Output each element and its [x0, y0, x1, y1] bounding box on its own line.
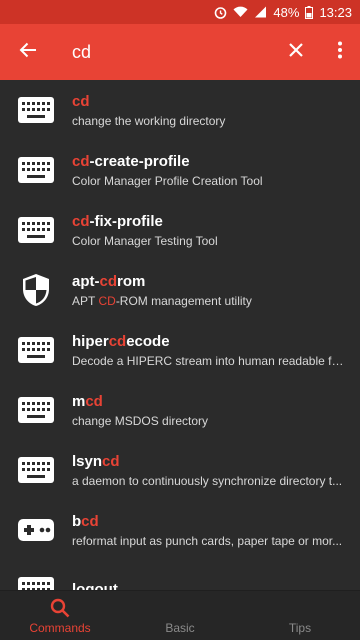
description-text: -ROM management utility: [115, 293, 252, 308]
result-description: APT CD-ROM management utility: [72, 293, 344, 309]
result-title: mcd: [72, 392, 344, 411]
description-text: Decode a HIPERC stream into human readab…: [72, 353, 344, 368]
result-title: cd: [72, 92, 344, 111]
title-text: lsyn: [72, 452, 103, 470]
keyboard-icon: [0, 320, 72, 380]
result-title: cd-create-profile: [72, 152, 344, 171]
result-description: reformat input as punch cards, paper tap…: [72, 533, 344, 549]
title-match-highlight: cd: [85, 392, 103, 410]
result-text: lsyncd a daemon to continuously synchroni…: [72, 452, 360, 489]
result-row[interactable]: cd-fix-profile Color Manager Testing Tool: [0, 200, 360, 260]
keyboard-icon: [0, 380, 72, 440]
description-text: change the working directory: [72, 113, 226, 128]
description-text: reformat input as punch cards, paper tap…: [72, 533, 343, 548]
back-button[interactable]: [0, 24, 56, 80]
result-title: bcd: [72, 512, 344, 531]
result-row[interactable]: apt-cdrom APT CD-ROM management utility: [0, 260, 360, 320]
title-match-highlight: cd: [99, 272, 118, 290]
search-icon: [50, 597, 70, 619]
keyboard-icon: [0, 560, 72, 590]
title-match-highlight: cd: [102, 452, 120, 470]
result-title: hipercdecode: [72, 332, 344, 351]
title-text: b: [72, 512, 82, 530]
clock: 13:23: [319, 4, 352, 20]
back-arrow-icon: [19, 41, 37, 64]
result-text: cd-create-profile Color Manager Profile C…: [72, 152, 360, 189]
description-text: Color Manager Testing Tool: [72, 233, 218, 248]
result-row[interactable]: cd change the working directory: [0, 80, 360, 140]
more-options-button[interactable]: [320, 24, 360, 80]
result-text: mcd change MSDOS directory: [72, 392, 360, 429]
keyboard-icon: [0, 140, 72, 200]
title-match-highlight: cd: [72, 212, 90, 230]
result-title: apt-cdrom: [72, 272, 344, 291]
result-row[interactable]: hipercdecode Decode a HIPERC stream into …: [0, 320, 360, 380]
nav-item-tips[interactable]: Tips: [240, 591, 360, 640]
title-text: logout: [72, 580, 118, 591]
nav-item-commands[interactable]: Commands: [0, 591, 120, 640]
description-text: Color Manager Profile Creation Tool: [72, 173, 263, 188]
title-text: -create-profile: [89, 152, 190, 170]
keyboard-icon: [0, 440, 72, 500]
result-title: cd-fix-profile: [72, 212, 344, 231]
status-bar: 48% 13:23: [0, 0, 360, 24]
shield-icon: [0, 260, 72, 320]
result-row[interactable]: cd-create-profile Color Manager Profile C…: [0, 140, 360, 200]
more-vert-icon: [337, 41, 343, 64]
keyboard-icon: [0, 200, 72, 260]
result-text: hipercdecode Decode a HIPERC stream into …: [72, 332, 360, 369]
keyboard-icon: [0, 80, 72, 140]
title-match-highlight: cd: [81, 512, 99, 530]
result-row[interactable]: logout: [0, 560, 360, 590]
title-text: apt-: [72, 272, 100, 290]
battery-percent: 48%: [273, 4, 300, 20]
result-row[interactable]: lsyncd a daemon to continuously synchroni…: [0, 440, 360, 500]
description-match-highlight: CD: [98, 293, 116, 308]
nav-label: Basic: [165, 620, 195, 635]
title-match-highlight: cd: [72, 152, 90, 170]
result-title: logout: [72, 580, 344, 591]
title-text: ecode: [126, 332, 170, 350]
results-list[interactable]: cd change the working directory cd-create…: [0, 80, 360, 590]
result-description: Color Manager Testing Tool: [72, 233, 344, 249]
description-text: APT: [72, 293, 99, 308]
nav-label: Tips: [288, 620, 312, 635]
title-text: rom: [117, 272, 146, 290]
description-text: a daemon to continuously synchronize dir…: [72, 473, 343, 488]
title-match-highlight: cd: [72, 92, 90, 110]
result-description: a daemon to continuously synchronize dir…: [72, 473, 344, 489]
result-description: Color Manager Profile Creation Tool: [72, 173, 344, 189]
search-input[interactable]: cd: [56, 42, 272, 63]
result-text: cd-fix-profile Color Manager Testing Tool: [72, 212, 360, 249]
result-text: logout: [72, 580, 360, 591]
gamepad-icon: [0, 500, 72, 560]
result-text: bcd reformat input as punch cards, paper …: [72, 512, 360, 549]
title-text: hiper: [72, 332, 109, 350]
result-row[interactable]: bcd reformat input as punch cards, paper …: [0, 500, 360, 560]
result-description: change the working directory: [72, 113, 344, 129]
signal-icon: [254, 6, 267, 18]
alarm-icon: [214, 6, 227, 19]
result-title: lsyncd: [72, 452, 344, 471]
description-text: change MSDOS directory: [72, 413, 209, 428]
search-app-bar: cd: [0, 24, 360, 80]
result-row[interactable]: mcd change MSDOS directory: [0, 380, 360, 440]
bottom-nav: Commands Basic Tips: [0, 590, 360, 640]
result-description: change MSDOS directory: [72, 413, 344, 429]
nav-item-basic[interactable]: Basic: [120, 591, 240, 640]
result-text: apt-cdrom APT CD-ROM management utility: [72, 272, 360, 309]
title-text: m: [72, 392, 86, 410]
title-text: -fix-profile: [89, 212, 163, 230]
nav-label: Commands: [29, 620, 91, 635]
title-match-highlight: cd: [108, 332, 127, 350]
result-description: Decode a HIPERC stream into human readab…: [72, 353, 344, 369]
result-text: cd change the working directory: [72, 92, 360, 129]
clear-button[interactable]: [272, 24, 320, 80]
clear-icon: [288, 42, 304, 63]
wifi-icon: [233, 6, 248, 18]
battery-icon: [305, 5, 314, 19]
